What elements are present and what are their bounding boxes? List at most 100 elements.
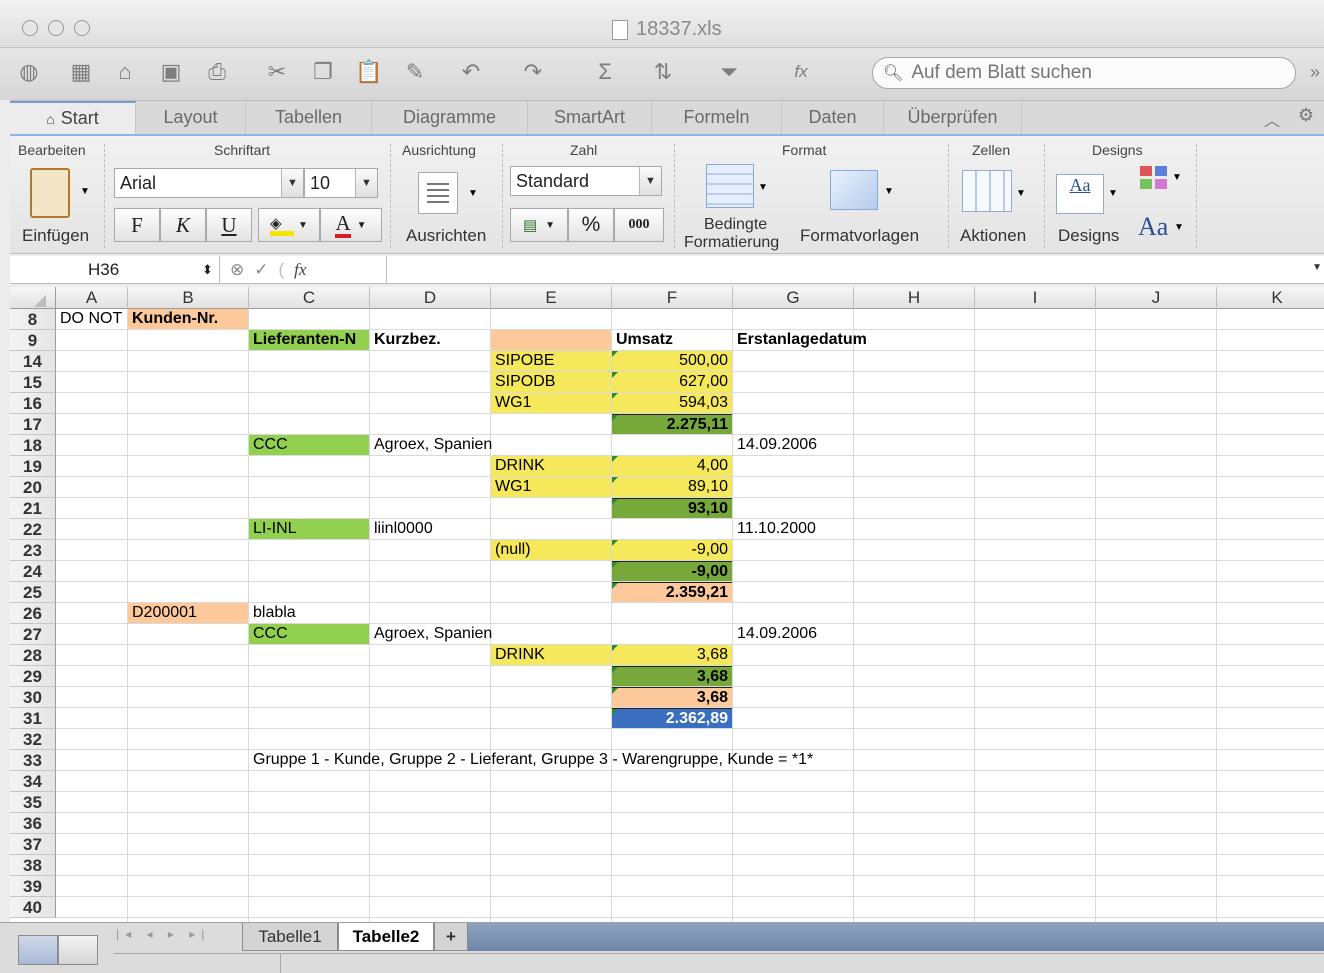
cell-d27[interactable]: Agroex, Spanien <box>370 624 492 644</box>
cell-e23[interactable]: (null) <box>491 540 611 560</box>
normal-view-button[interactable] <box>18 935 58 965</box>
cell-c22[interactable]: LI-INL <box>249 519 369 539</box>
italic-button[interactable]: K <box>160 208 206 242</box>
cancel-formula-icon[interactable]: ⊗ <box>230 260 244 280</box>
font-color-button[interactable]: A ▼ <box>320 208 382 242</box>
column-header-g[interactable]: G <box>733 287 854 309</box>
format-templates-icon[interactable] <box>830 170 878 210</box>
row-header-21[interactable]: 21 <box>10 498 56 519</box>
gear-icon[interactable]: ⚙ <box>1298 105 1314 126</box>
tab-daten[interactable]: Daten <box>782 101 884 134</box>
cell-c18[interactable]: CCC <box>249 435 369 455</box>
thousands-separator-button[interactable]: 000 <box>614 208 664 242</box>
cell-b8[interactable]: Kunden-Nr. <box>128 309 248 329</box>
zoom-window-button[interactable] <box>74 20 90 36</box>
number-format-select[interactable]: Standard ▼ <box>510 166 662 196</box>
row-header-32[interactable]: 32 <box>10 729 56 750</box>
font-name-select[interactable]: Arial ▼ <box>114 168 304 198</box>
filter-icon[interactable]: ⏷ <box>714 56 744 88</box>
row-header-14[interactable]: 14 <box>10 351 56 372</box>
cell-f30[interactable]: 3,68 <box>612 687 732 707</box>
tab-diagramme[interactable]: Diagramme <box>372 101 528 134</box>
row-header-29[interactable]: 29 <box>10 666 56 687</box>
cell-d9[interactable]: Kurzbez. <box>370 330 490 350</box>
cell-f25[interactable]: 2.359,21 <box>612 582 732 602</box>
cell-f16[interactable]: 594,03 <box>612 393 732 413</box>
stepper-icon[interactable]: ⬍ <box>202 262 213 278</box>
cell-f17[interactable]: 2.275,11 <box>612 414 732 434</box>
redo-icon[interactable]: ↷ <box>518 56 548 88</box>
column-header-e[interactable]: E <box>491 287 612 309</box>
column-header-c[interactable]: C <box>249 287 370 309</box>
insert-function-icon[interactable]: fx <box>294 260 306 280</box>
percent-button[interactable]: % <box>568 208 614 242</box>
cell-d22[interactable]: liinl0000 <box>370 519 490 539</box>
spreadsheet-grid[interactable]: A B C D E F G H I J K 8 9 14 15 16 17 18 19 20 21… <box>10 287 1324 922</box>
row-header-33[interactable]: 33 <box>10 750 56 771</box>
name-box[interactable]: H36 ⬍ <box>10 256 220 283</box>
row-header-38[interactable]: 38 <box>10 855 56 876</box>
cell-a8[interactable]: DO NOT <box>56 309 127 329</box>
column-header-a[interactable]: A <box>56 287 128 309</box>
confirm-formula-icon[interactable]: ✓ <box>254 260 268 280</box>
align-lines-icon[interactable] <box>418 172 458 214</box>
row-header-22[interactable]: 22 <box>10 519 56 540</box>
cell-c26[interactable]: blabla <box>249 603 369 623</box>
align-dropdown-icon[interactable]: ▼ <box>468 188 478 199</box>
cell-f9[interactable]: Umsatz <box>612 330 732 350</box>
paste-icon[interactable]: 📋 <box>354 56 384 88</box>
theme-colors-icon[interactable] <box>1140 166 1167 189</box>
cell-f28[interactable]: 3,68 <box>612 645 732 665</box>
cell-e9[interactable] <box>491 330 611 350</box>
paste-dropdown-icon[interactable]: ▼ <box>80 186 90 197</box>
cells-actions-icon[interactable] <box>962 170 1012 212</box>
row-header-37[interactable]: 37 <box>10 834 56 855</box>
designs-theme-button[interactable]: Aa <box>1056 174 1104 214</box>
font-size-select[interactable]: 10 ▼ <box>304 168 378 198</box>
column-header-j[interactable]: J <box>1096 287 1217 309</box>
row-header-35[interactable]: 35 <box>10 792 56 813</box>
row-header-25[interactable]: 25 <box>10 582 56 603</box>
minimize-window-button[interactable] <box>48 20 64 36</box>
row-header-9[interactable]: 9 <box>10 330 56 351</box>
column-header-d[interactable]: D <box>370 287 491 309</box>
row-header-30[interactable]: 30 <box>10 687 56 708</box>
row-header-18[interactable]: 18 <box>10 435 56 456</box>
new-workbook-icon[interactable]: ◍ <box>14 56 44 88</box>
cell-b26[interactable]: D200001 <box>128 603 248 623</box>
cell-e16[interactable]: WG1 <box>491 393 611 413</box>
theme-fonts-button[interactable]: Aa <box>1138 212 1168 242</box>
select-all-corner[interactable] <box>10 287 56 309</box>
underline-button[interactable]: U <box>206 208 252 242</box>
cell-d18[interactable]: Agroex, Spanien <box>370 435 492 455</box>
cell-g9[interactable]: Erstanlagedatum <box>733 330 867 350</box>
row-header-17[interactable]: 17 <box>10 414 56 435</box>
column-header-h[interactable]: H <box>854 287 975 309</box>
row-header-15[interactable]: 15 <box>10 372 56 393</box>
fill-color-button[interactable]: ◈ ▼ <box>258 208 320 242</box>
formula-input[interactable] <box>390 258 1310 281</box>
save-icon[interactable]: ▣ <box>156 56 186 88</box>
autosum-icon[interactable]: Σ <box>590 56 620 88</box>
row-header-23[interactable]: 23 <box>10 540 56 561</box>
function-icon[interactable]: fx <box>786 56 816 88</box>
tab-tabellen[interactable]: Tabellen <box>246 101 372 134</box>
paste-clipboard-icon[interactable] <box>30 168 70 218</box>
column-header-b[interactable]: B <box>128 287 249 309</box>
cell-e20[interactable]: WG1 <box>491 477 611 497</box>
page-layout-view-button[interactable] <box>58 935 98 965</box>
open-icon[interactable]: ⌂ <box>110 56 140 88</box>
cell-g22[interactable]: 11.10.2000 <box>733 519 853 539</box>
column-header-f[interactable]: F <box>612 287 733 309</box>
cell-f21[interactable]: 93,10 <box>612 498 732 518</box>
horizontal-scrollbar-track[interactable] <box>468 923 1324 951</box>
format-painter-icon[interactable]: ✎ <box>400 56 430 88</box>
cell-g27[interactable]: 14.09.2006 <box>733 624 853 644</box>
row-header-16[interactable]: 16 <box>10 393 56 414</box>
currency-format-button[interactable]: ▤ ▼ <box>510 208 568 242</box>
collapse-ribbon-icon[interactable]: ︿ <box>1264 107 1280 131</box>
column-header-k[interactable]: K <box>1217 287 1324 309</box>
cell-c9[interactable]: Lieferanten-N <box>249 330 369 350</box>
cell-f24[interactable]: -9,00 <box>612 561 732 581</box>
sheet-tab-tabelle1[interactable]: Tabelle1 <box>242 923 338 951</box>
